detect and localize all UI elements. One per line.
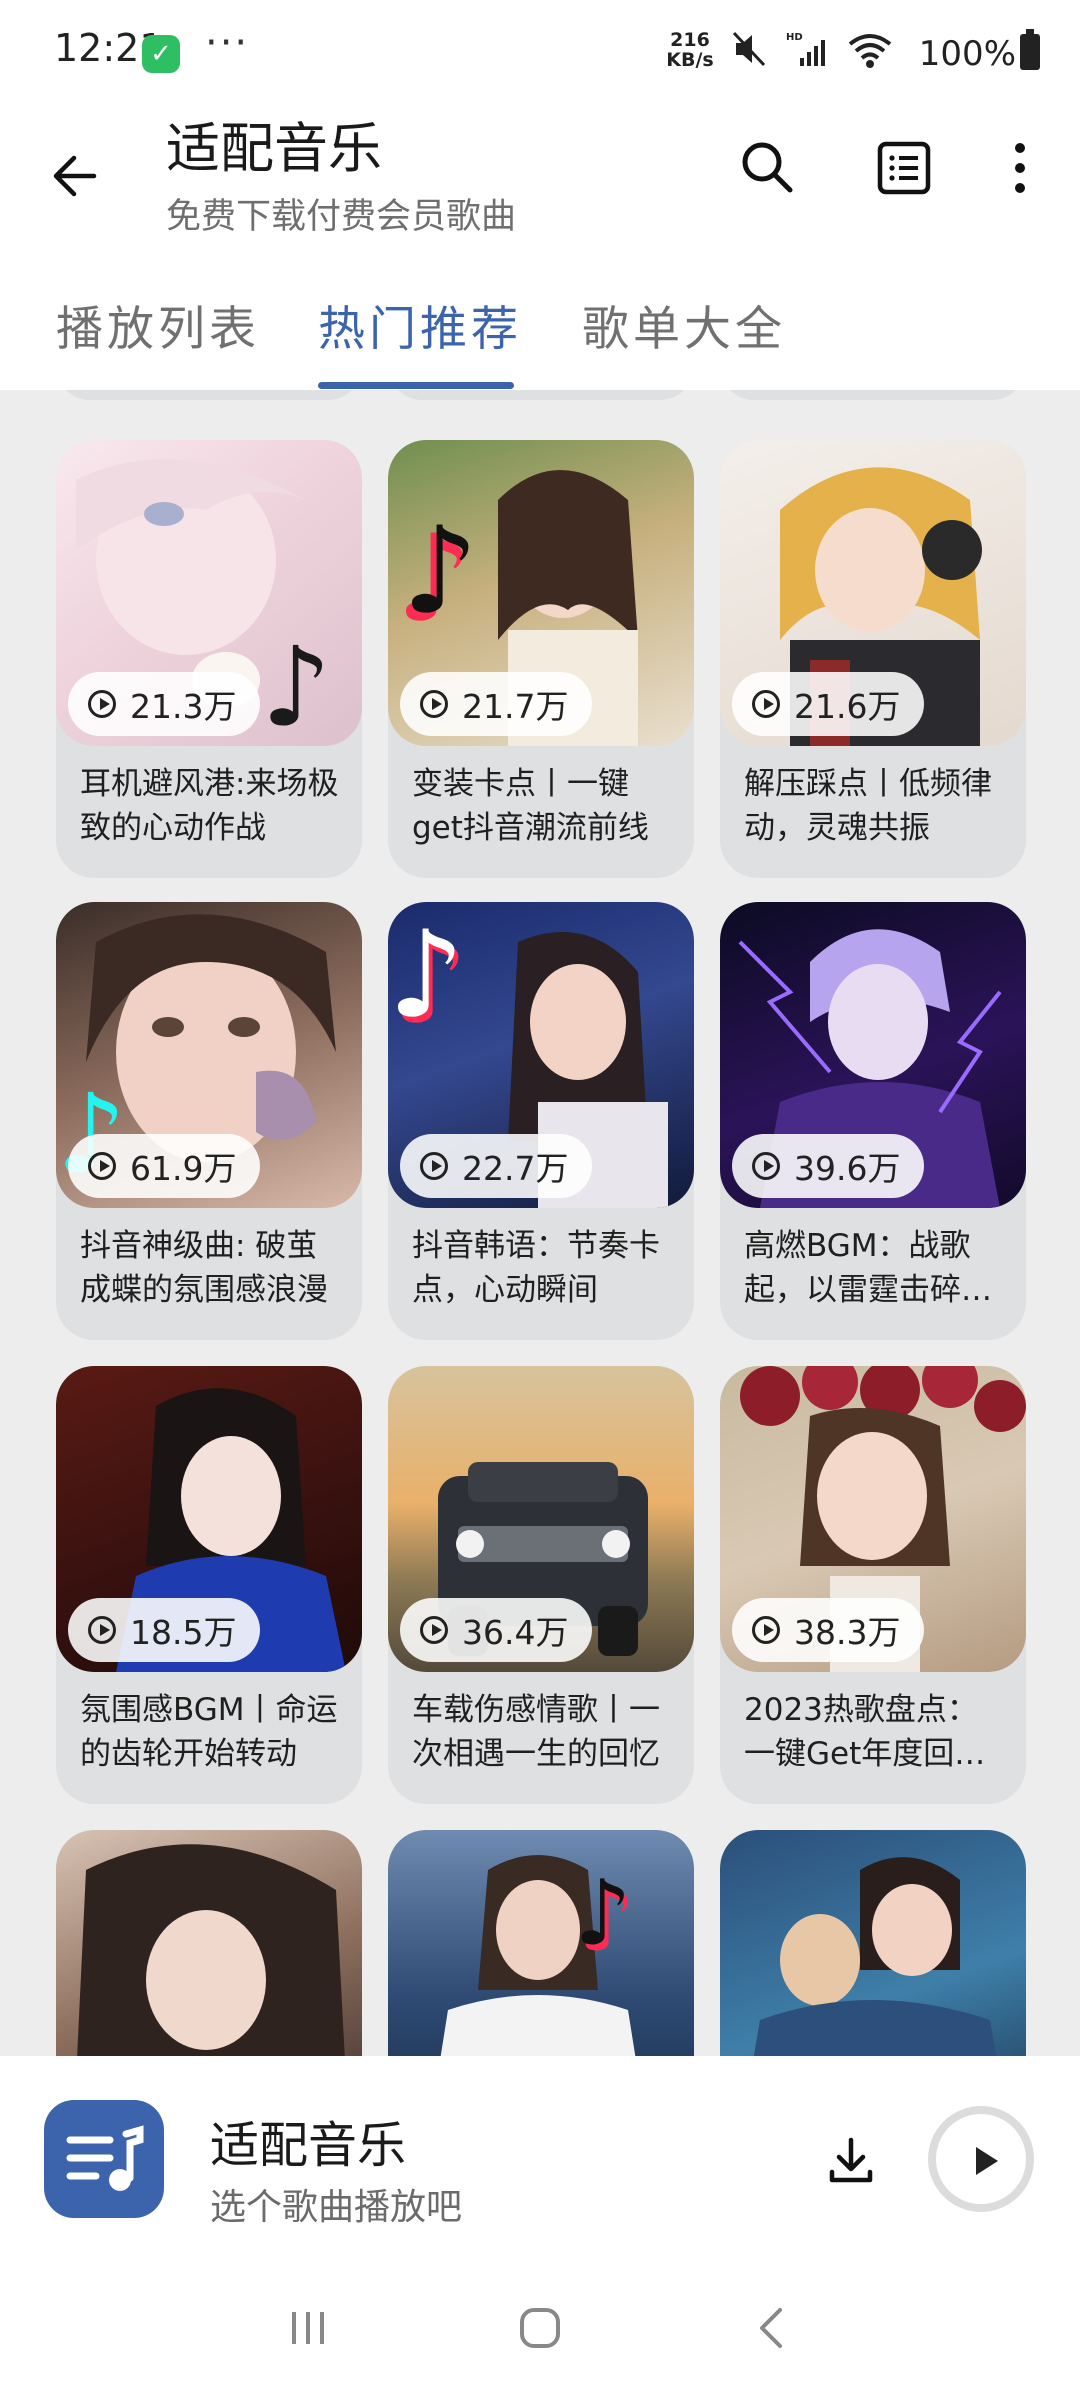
security-shield-icon: ✓ — [142, 35, 180, 73]
more-vert-icon[interactable] — [982, 130, 1058, 206]
playlist-title: 抖音韩语：节奏卡点，心动瞬间 — [412, 1228, 660, 1308]
playlist-title: 车载伤感情歌丨一次相遇一生的回忆 — [412, 1692, 660, 1772]
app-icon — [44, 2100, 164, 2218]
play-count: 21.7万 — [462, 687, 569, 726]
play-count-badge: 18.5万 — [68, 1598, 261, 1662]
playlist-card[interactable] — [56, 1830, 362, 2056]
playlist-title: 解压踩点丨低频律动，灵魂共振 — [744, 766, 992, 846]
system-nav-bar — [0, 2256, 1080, 2400]
play-icon[interactable] — [928, 2106, 1034, 2212]
tab-hot-recommend[interactable]: 热门推荐 — [318, 290, 522, 359]
play-count: 21.6万 — [794, 687, 901, 726]
play-count-icon — [420, 1616, 448, 1644]
music-note-icon — [66, 2125, 144, 2191]
playlist-card[interactable]: 18.5万 氛围感BGM丨命运的齿轮开始转动 — [56, 1366, 362, 1804]
home-icon[interactable] — [512, 2300, 568, 2356]
playlist-card[interactable]: 36.4万 车载伤感情歌丨一次相遇一生的回忆 — [388, 1366, 694, 1804]
playlist-card[interactable]: 39.6万 高燃BGM：战歌起，以雷霆击碎… — [720, 902, 1026, 1340]
playlist-grid[interactable]: ♪ 21.3万 耳机避风港:来场极致的心动作战 ♪ ♪ 21.7万 变装卡点丨一… — [0, 390, 1080, 2056]
status-more: ··· — [205, 20, 250, 66]
play-count: 36.4万 — [462, 1613, 569, 1652]
recents-icon[interactable] — [280, 2300, 336, 2356]
play-count-icon — [88, 1616, 116, 1644]
battery-level: 100% — [918, 34, 1016, 74]
playlist-title: 高燃BGM：战歌起，以雷霆击碎… — [744, 1228, 992, 1308]
playlist-title: 抖音神级曲: 破茧成蝶的氛围感浪漫 — [80, 1228, 328, 1308]
tab-all-playlists[interactable]: 歌单大全 — [582, 290, 786, 359]
playlist-card[interactable]: 21.6万 解压踩点丨低频律动，灵魂共振 — [720, 440, 1026, 878]
play-count-badge: 22.7万 — [400, 1134, 593, 1198]
playlist-title: 氛围感BGM丨命运的齿轮开始转动 — [80, 1692, 338, 1772]
play-count: 39.6万 — [794, 1149, 901, 1188]
page-subtitle: 免费下载付费会员歌曲 — [166, 197, 517, 237]
play-count-icon — [752, 1152, 780, 1180]
svg-text:♪: ♪ — [261, 623, 331, 746]
svg-text:♪: ♪ — [388, 906, 465, 1045]
play-count-icon — [88, 1152, 116, 1180]
back-icon[interactable] — [744, 2300, 800, 2356]
playlist-card[interactable]: ♪ ♪ 21.7万 变装卡点丨一键get抖音潮流前线 — [388, 440, 694, 878]
playlist-title: 耳机避风港:来场极致的心动作战 — [80, 766, 339, 846]
play-count-badge: 21.6万 — [732, 672, 925, 736]
net-speed-value: 216 — [670, 29, 710, 51]
card-stub — [388, 390, 694, 400]
play-count-badge: 21.3万 — [68, 672, 261, 736]
playlist-card[interactable]: ♪ ♪ — [388, 1830, 694, 2056]
wifi-icon — [848, 34, 892, 68]
battery-icon — [1020, 29, 1040, 70]
play-count-icon — [420, 1152, 448, 1180]
search-icon[interactable] — [730, 130, 806, 206]
play-count-icon — [752, 690, 780, 718]
app-bar: 适配音乐 免费下载付费会员歌曲 — [0, 100, 1080, 270]
tab-bar: 播放列表 热门推荐 歌单大全 — [0, 270, 1080, 390]
back-arrow-icon[interactable] — [44, 144, 108, 208]
card-stub — [720, 390, 1026, 400]
playlist-cover — [720, 1830, 1026, 2056]
list-icon[interactable] — [866, 130, 942, 206]
tab-playlist[interactable]: 播放列表 — [56, 290, 260, 359]
playlist-card[interactable]: ♪ 21.3万 耳机避风港:来场极致的心动作战 — [56, 440, 362, 878]
svg-text:HD: HD — [786, 32, 803, 43]
play-count-icon — [88, 690, 116, 718]
play-count-badge: 36.4万 — [400, 1598, 593, 1662]
play-count-badge: 21.7万 — [400, 672, 593, 736]
svg-text:♪: ♪ — [574, 1861, 631, 1966]
playlist-card[interactable]: 38.3万 2023热歌盘点：一键Get年度回… — [720, 1366, 1026, 1804]
playlist-cover — [56, 1830, 362, 2056]
net-speed-unit: KB/s — [666, 49, 714, 71]
tab-indicator — [318, 382, 514, 389]
svg-text:♪: ♪ — [402, 502, 479, 641]
play-count-icon — [752, 1616, 780, 1644]
playlist-card[interactable]: ♪ ♪ 22.7万 抖音韩语：节奏卡点，心动瞬间 — [388, 902, 694, 1340]
status-bar: 12:21 ✓ ··· 216 KB/s HD 100% — [0, 0, 1080, 100]
play-count-badge: 61.9万 — [68, 1134, 261, 1198]
play-count-badge: 39.6万 — [732, 1134, 925, 1198]
mute-icon — [732, 31, 766, 67]
play-count: 38.3万 — [794, 1613, 901, 1652]
play-count: 18.5万 — [130, 1613, 237, 1652]
player-title: 适配音乐 — [210, 2117, 407, 2174]
download-icon[interactable] — [820, 2130, 882, 2192]
player-subtitle: 选个歌曲播放吧 — [210, 2187, 463, 2228]
playlist-title: 变装卡点丨一键get抖音潮流前线 — [412, 766, 649, 846]
play-count: 61.9万 — [130, 1149, 237, 1188]
page-title: 适配音乐 — [166, 117, 382, 180]
net-speed: 216 KB/s — [660, 30, 720, 70]
signal-icon: HD — [786, 32, 825, 66]
playlist-card[interactable] — [720, 1830, 1026, 2056]
play-count: 22.7万 — [462, 1149, 569, 1188]
play-count: 21.3万 — [130, 687, 237, 726]
playlist-title: 2023热歌盘点：一键Get年度回… — [744, 1692, 986, 1772]
playlist-card[interactable]: ♪ 61.9万 抖音神级曲: 破茧成蝶的氛围感浪漫 — [56, 902, 362, 1340]
mini-player[interactable]: 适配音乐 选个歌曲播放吧 — [0, 2056, 1080, 2256]
card-stub — [56, 390, 362, 400]
playlist-cover: ♪ ♪ — [388, 1830, 694, 2056]
play-count-icon — [420, 690, 448, 718]
play-count-badge: 38.3万 — [732, 1598, 925, 1662]
